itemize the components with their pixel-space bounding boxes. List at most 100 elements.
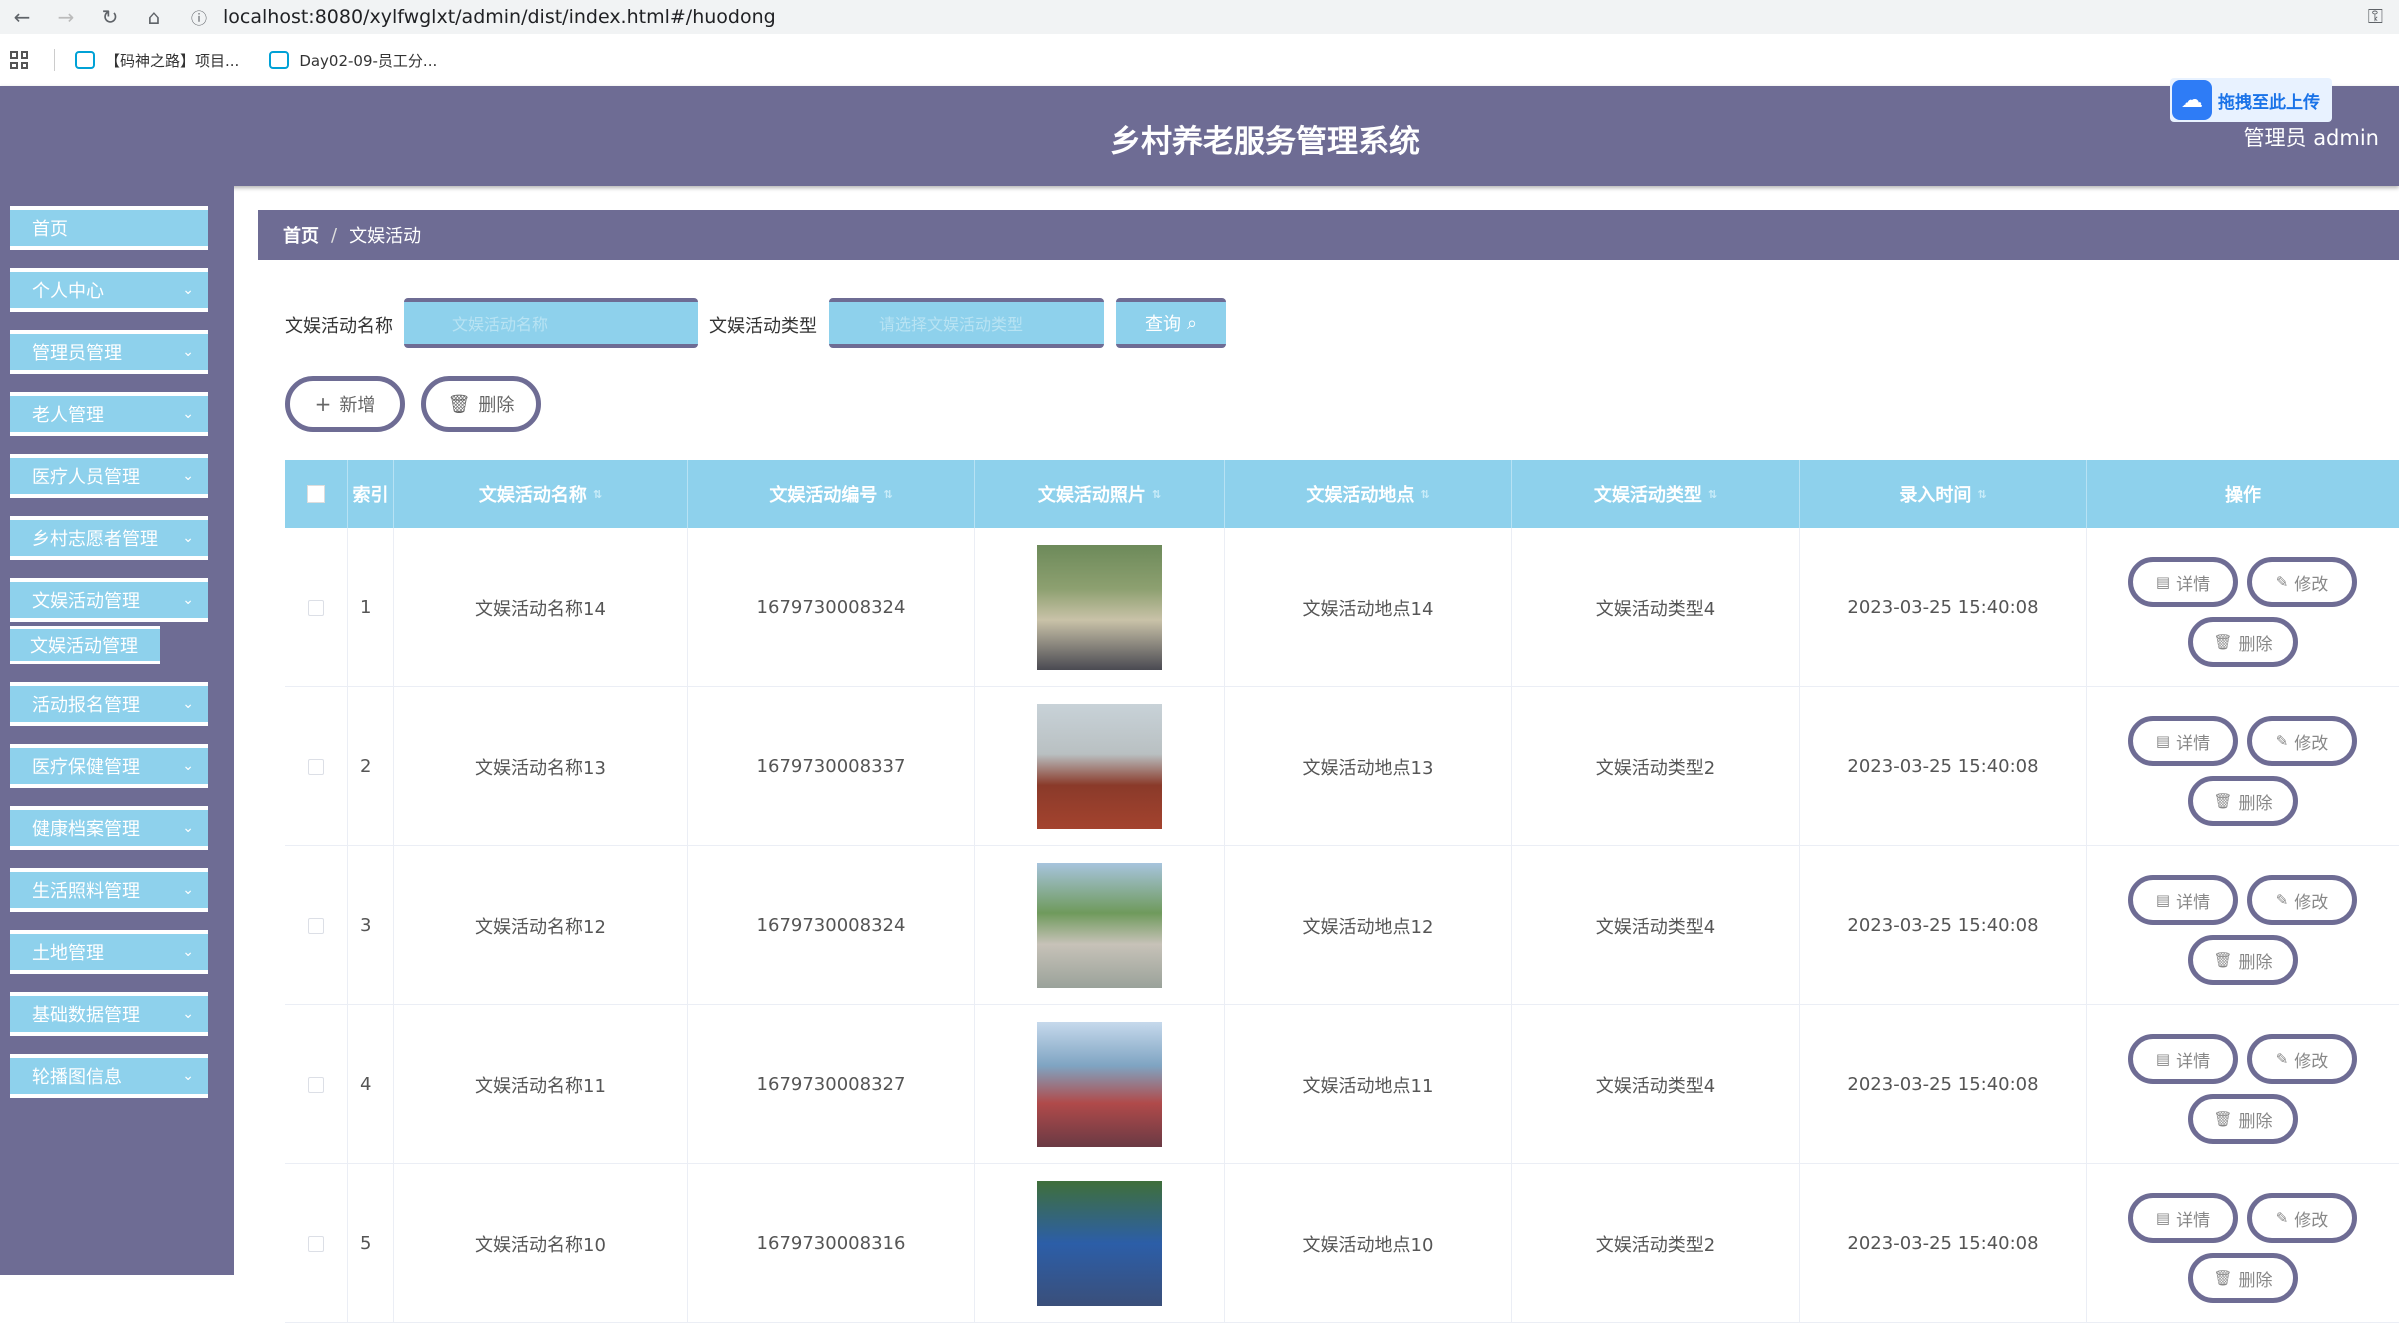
reload-icon[interactable]: ↻ <box>88 0 132 34</box>
row-delete-button[interactable]: 🗑 删除 <box>2188 776 2298 826</box>
sort-icon[interactable]: ⇅ <box>1152 488 1161 501</box>
back-icon[interactable]: ← <box>0 0 44 34</box>
type-filter-select[interactable]: 请选择文娱活动类型 <box>829 298 1104 348</box>
sidebar-subitem-activity-management[interactable]: 文娱活动管理 <box>10 626 160 664</box>
sidebar-item-personal[interactable]: 个人中心 ⌄ <box>10 268 208 312</box>
drag-upload-button[interactable]: ☁ 拖拽至此上传 <box>2170 78 2332 122</box>
cell-code: 1679730008327 <box>688 1005 975 1164</box>
edit-label: 修改 <box>2294 1210 2329 1231</box>
row-checkbox[interactable] <box>308 599 324 616</box>
add-button[interactable]: + 新增 <box>285 376 405 432</box>
user-label[interactable]: 管理员 admin <box>2244 122 2379 152</box>
sort-icon[interactable]: ⇅ <box>1420 488 1429 501</box>
activity-photo[interactable] <box>1037 704 1162 829</box>
row-checkbox[interactable] <box>308 917 324 934</box>
activity-photo[interactable] <box>1037 1181 1162 1306</box>
cell-code: 1679730008337 <box>688 687 975 846</box>
cell-time: 2023-03-25 15:40:08 <box>1800 846 2087 1005</box>
select-all-checkbox[interactable] <box>307 485 325 503</box>
edit-button[interactable]: ✎ 修改 <box>2247 875 2357 925</box>
pencil-icon: ✎ <box>2275 1209 2289 1227</box>
url-text: localhost:8080/xylfwglxt/admin/dist/inde… <box>223 6 776 28</box>
sidebar-item-volunteers[interactable]: 乡村志愿者管理 ⌄ <box>10 516 208 560</box>
detail-button[interactable]: ▤ 详情 <box>2128 875 2238 925</box>
column-header-index: 索引 <box>348 460 394 528</box>
row-checkbox[interactable] <box>308 1235 324 1252</box>
forward-icon[interactable]: → <box>44 0 88 34</box>
row-checkbox[interactable] <box>308 1076 324 1093</box>
edit-label: 修改 <box>2294 574 2329 595</box>
sidebar-item-registrations[interactable]: 活动报名管理 ⌄ <box>10 682 208 726</box>
sort-icon[interactable]: ⇅ <box>883 488 892 501</box>
cell-name: 文娱活动名称12 <box>394 846 688 1005</box>
type-filter-label: 文娱活动类型 <box>709 316 817 337</box>
detail-button[interactable]: ▤ 详情 <box>2128 1193 2238 1243</box>
sidebar-item-carousel[interactable]: 轮播图信息 ⌄ <box>10 1054 208 1098</box>
edit-button[interactable]: ✎ 修改 <box>2247 716 2357 766</box>
row-delete-button[interactable]: 🗑 删除 <box>2188 935 2298 985</box>
sidebar-item-activities[interactable]: 文娱活动管理 ⌄ <box>10 578 208 622</box>
column-header-type[interactable]: 文娱活动类型 ⇅ <box>1512 460 1800 528</box>
address-bar[interactable]: ⓘ localhost:8080/xylfwglxt/admin/dist/in… <box>175 1 2325 33</box>
sidebar-item-land[interactable]: 土地管理 ⌄ <box>10 930 208 974</box>
pencil-icon: ✎ <box>2275 573 2289 591</box>
sidebar-item-healthcare[interactable]: 医疗保健管理 ⌄ <box>10 744 208 788</box>
cell-location: 文娱活动地点14 <box>1225 528 1512 687</box>
breadcrumb-home[interactable]: 首页 <box>283 222 319 248</box>
sort-icon[interactable]: ⇅ <box>593 488 602 501</box>
cell-type: 文娱活动类型2 <box>1512 687 1800 846</box>
activity-photo[interactable] <box>1037 1022 1162 1147</box>
detail-button[interactable]: ▤ 详情 <box>2128 716 2238 766</box>
sidebar-item-home[interactable]: 首页 <box>10 206 208 250</box>
activity-photo[interactable] <box>1037 545 1162 670</box>
row-delete-button[interactable]: 🗑 删除 <box>2188 1094 2298 1144</box>
cell-actions: ▤ 详情 ✎ 修改 🗑 删除 <box>2087 687 2399 846</box>
sidebar-item-life-care[interactable]: 生活照料管理 ⌄ <box>10 868 208 912</box>
detail-button[interactable]: ▤ 详情 <box>2128 557 2238 607</box>
sidebar-item-elderly[interactable]: 老人管理 ⌄ <box>10 392 208 436</box>
sidebar-item-basic-data[interactable]: 基础数据管理 ⌄ <box>10 992 208 1036</box>
sort-icon[interactable]: ⇅ <box>1977 488 1986 501</box>
sidebar-item-label: 乡村志愿者管理 <box>32 529 158 550</box>
column-label: 录入时间 <box>1899 485 1972 506</box>
row-delete-button[interactable]: 🗑 删除 <box>2188 617 2298 667</box>
sort-icon[interactable]: ⇅ <box>1708 488 1717 501</box>
row-select-cell <box>285 846 348 1005</box>
home-icon[interactable]: ⌂ <box>132 0 176 34</box>
edit-button[interactable]: ✎ 修改 <box>2247 1034 2357 1084</box>
column-header-name[interactable]: 文娱活动名称 ⇅ <box>394 460 688 528</box>
app-header: 乡村养老服务管理系统 管理员 admin <box>0 86 2399 186</box>
row-select-cell <box>285 687 348 846</box>
cell-type: 文娱活动类型4 <box>1512 1005 1800 1164</box>
site-info-icon[interactable]: ⓘ <box>191 5 207 29</box>
name-filter-label: 文娱活动名称 <box>285 316 393 337</box>
batch-delete-button[interactable]: 🗑 删除 <box>421 376 541 432</box>
column-header-photo[interactable]: 文娱活动照片 ⇅ <box>975 460 1225 528</box>
cell-code: 1679730008316 <box>688 1164 975 1323</box>
detail-button[interactable]: ▤ 详情 <box>2128 1034 2238 1084</box>
edit-button[interactable]: ✎ 修改 <box>2247 557 2357 607</box>
edit-button[interactable]: ✎ 修改 <box>2247 1193 2357 1243</box>
sidebar-item-health-records[interactable]: 健康档案管理 ⌄ <box>10 806 208 850</box>
row-delete-button[interactable]: 🗑 删除 <box>2188 1253 2298 1303</box>
apps-grid-icon[interactable] <box>10 51 28 69</box>
name-filter-input[interactable]: 文娱活动名称 <box>404 298 698 348</box>
column-header-time[interactable]: 录入时间 ⇅ <box>1800 460 2087 528</box>
sidebar-item-medical-staff[interactable]: 医疗人员管理 ⌄ <box>10 454 208 498</box>
cell-photo <box>975 687 1225 846</box>
column-header-location[interactable]: 文娱活动地点 ⇅ <box>1225 460 1512 528</box>
bookmark-item[interactable]: Day02-09-员工分... <box>269 50 437 71</box>
plus-icon: + <box>314 392 332 416</box>
password-key-icon[interactable]: ⚿ <box>2368 4 2383 28</box>
sidebar-item-admins[interactable]: 管理员管理 ⌄ <box>10 330 208 374</box>
delete-label: 删除 <box>2238 952 2273 973</box>
cell-time: 2023-03-25 15:40:08 <box>1800 528 2087 687</box>
sidebar-item-label: 首页 <box>32 219 68 240</box>
sidebar-item-label: 个人中心 <box>32 281 104 302</box>
document-icon: ▤ <box>2155 1050 2171 1068</box>
row-checkbox[interactable] <box>308 758 324 775</box>
bookmark-item[interactable]: 【码神之路】项目... <box>75 50 239 71</box>
activity-photo[interactable] <box>1037 863 1162 988</box>
query-button[interactable]: 查询 ⌕ <box>1116 298 1226 348</box>
column-header-code[interactable]: 文娱活动编号 ⇅ <box>688 460 975 528</box>
